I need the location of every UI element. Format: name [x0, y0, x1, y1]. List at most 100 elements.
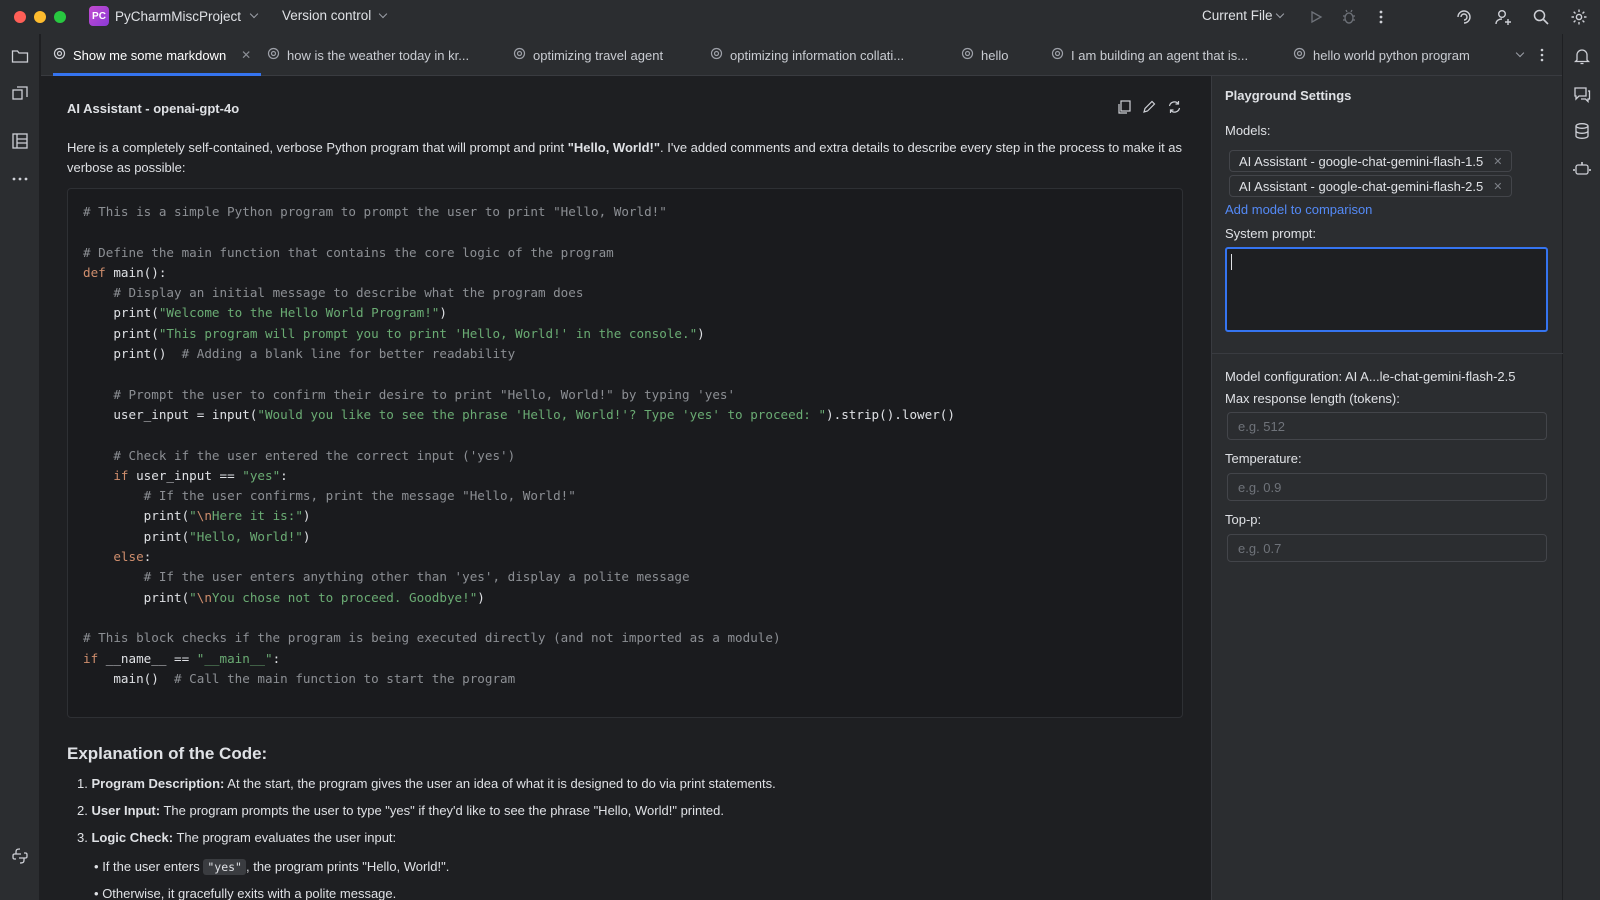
list-item: 1. Program Description: At the start, th… [77, 776, 776, 791]
code-line: # If the user confirms, print the messag… [143, 488, 576, 504]
sub-list-item: • Otherwise, it gracefully exits with a … [94, 886, 396, 900]
tab-label: hello world python program [1313, 47, 1470, 63]
max-length-label: Max response length (tokens): [1225, 391, 1400, 406]
run-config-label: Current File [1202, 8, 1273, 23]
tab-optimizing-travel-agent[interactable]: optimizing travel agent [513, 34, 663, 76]
code-block[interactable]: # This is a simple Python program to pro… [67, 188, 1183, 718]
chat-title: AI Assistant - openai-gpt-4o [67, 101, 240, 116]
database-icon[interactable] [1572, 121, 1592, 141]
code-line: # Display an initial message to describe… [113, 285, 584, 301]
tab-label: I am building an agent that is... [1071, 47, 1249, 63]
chat-tab-icon [53, 47, 66, 63]
intro-text: Here is a completely self-contained, ver… [67, 140, 568, 155]
code-line: # Check if the user entered the correct … [113, 447, 516, 463]
chat-tab-icon [710, 47, 723, 63]
chat-tab-icon [513, 47, 526, 63]
settings-divider [1212, 353, 1563, 354]
zoom-window-button[interactable] [54, 11, 66, 23]
code-line: main() # Call the main function to start… [83, 670, 516, 686]
version-control-menu[interactable]: Version control [282, 8, 388, 23]
more-tools-icon[interactable] [10, 169, 30, 189]
model-chip[interactable]: AI Assistant - google-chat-gemini-flash-… [1229, 150, 1513, 172]
system-prompt-label: System prompt: [1225, 226, 1317, 241]
project-selector[interactable]: PC PyCharmMiscProject [89, 6, 259, 26]
temperature-input[interactable]: e.g. 0.9 [1227, 473, 1547, 501]
tab-building-agent[interactable]: I am building an agent that is... [1051, 34, 1248, 76]
sub-item-text: , the program prints "Hello, World!". [245, 859, 450, 874]
tabs-overflow-button[interactable] [1513, 34, 1525, 76]
model-chip-label: AI Assistant - google-chat-gemini-flash-… [1239, 153, 1484, 169]
system-prompt-textarea[interactable] [1225, 247, 1548, 332]
ai-assistant-icon[interactable] [1454, 7, 1474, 27]
code-line: # This is a simple Python program to pro… [83, 204, 667, 219]
more-actions-icon[interactable] [1371, 7, 1391, 27]
code-line: print("This program will prompt you to p… [83, 325, 705, 341]
chevron-down-icon [379, 9, 388, 18]
add-user-icon[interactable] [1493, 7, 1513, 27]
chevron-down-icon [1275, 9, 1284, 18]
version-control-label: Version control [282, 8, 372, 23]
close-tab-icon[interactable]: ✕ [241, 48, 251, 62]
add-model-link[interactable]: Add model to comparison [1225, 202, 1372, 217]
intro-bold: "Hello, World!" [567, 140, 661, 155]
right-tool-strip [1562, 34, 1600, 900]
bookmarks-icon[interactable] [10, 131, 30, 151]
notifications-bell-icon[interactable] [1572, 46, 1592, 66]
run-icon[interactable] [1306, 7, 1326, 27]
regenerate-icon[interactable] [1165, 98, 1183, 116]
tab-show-me-some-markdown[interactable]: Show me some markdown ✕ [53, 34, 262, 76]
search-icon[interactable] [1531, 7, 1551, 27]
temperature-label: Temperature: [1225, 451, 1302, 466]
tab-hello-world-python[interactable]: hello world python program [1293, 34, 1470, 76]
tab-options-icon[interactable] [1540, 34, 1544, 76]
code-line: # This block checks if the program is be… [83, 630, 781, 646]
list-item-title: Program Description: [91, 776, 225, 791]
model-chip[interactable]: AI Assistant - google-chat-gemini-flash-… [1229, 175, 1513, 197]
sub-list-item: • If the user enters "yes", the program … [94, 859, 450, 875]
model-config-label: Model configuration: AI A...le-chat-gemi… [1225, 369, 1516, 384]
code-line: print("Welcome to the Hello World Progra… [83, 305, 447, 321]
top-p-input[interactable]: e.g. 0.7 [1227, 534, 1547, 562]
edit-pencil-icon[interactable] [1140, 98, 1158, 116]
list-item-title: User Input: [91, 803, 161, 818]
inline-code: "yes" [203, 859, 246, 875]
top-p-label: Top-p: [1225, 512, 1262, 527]
code-line: else: [113, 549, 152, 565]
tab-label: hello [981, 47, 1009, 63]
code-content: # This is a simple Python program to pro… [83, 202, 955, 689]
close-window-button[interactable] [14, 11, 26, 23]
response-intro: Here is a completely self-contained, ver… [67, 138, 1197, 178]
chat-tab-icon [267, 47, 280, 63]
tab-label: optimizing travel agent [533, 47, 664, 63]
model-chip-label: AI Assistant - google-chat-gemini-flash-… [1239, 178, 1484, 194]
tab-optimizing-information[interactable]: optimizing information collati... [710, 34, 904, 76]
code-line: print("\nYou chose not to proceed. Goodb… [83, 589, 485, 605]
project-folder-icon[interactable] [10, 46, 30, 66]
max-length-input[interactable]: e.g. 512 [1227, 412, 1547, 440]
ai-chat-icon[interactable] [1572, 84, 1592, 104]
debug-icon[interactable] [1339, 7, 1359, 27]
code-line: print() # Adding a blank line for better… [83, 346, 516, 362]
code-line: print("Hello, World!") [83, 528, 311, 544]
chat-tab-icon [961, 47, 974, 63]
bullet-icon: • [94, 859, 99, 874]
settings-gear-icon[interactable] [1569, 7, 1589, 27]
remove-model-icon[interactable]: ✕ [1493, 155, 1502, 168]
playground-settings-panel: Playground Settings Models: AI Assistant… [1211, 76, 1563, 900]
tab-hello[interactable]: hello [961, 34, 1008, 76]
copy-icon[interactable] [1115, 98, 1133, 116]
tab-weather-krakow[interactable]: how is the weather today in kr... [267, 34, 469, 76]
sub-item-text: If the user enters [102, 859, 204, 874]
minimize-window-button[interactable] [34, 11, 46, 23]
run-configuration-selector[interactable]: Current File [1202, 8, 1284, 23]
text-caret [1231, 254, 1232, 270]
python-console-icon[interactable] [10, 846, 30, 866]
left-tool-strip [0, 34, 40, 900]
code-line: user_input = input("Would you like to se… [83, 406, 955, 422]
structure-icon[interactable] [10, 84, 30, 104]
agent-bot-icon[interactable] [1572, 158, 1592, 178]
remove-model-icon[interactable]: ✕ [1493, 180, 1502, 193]
